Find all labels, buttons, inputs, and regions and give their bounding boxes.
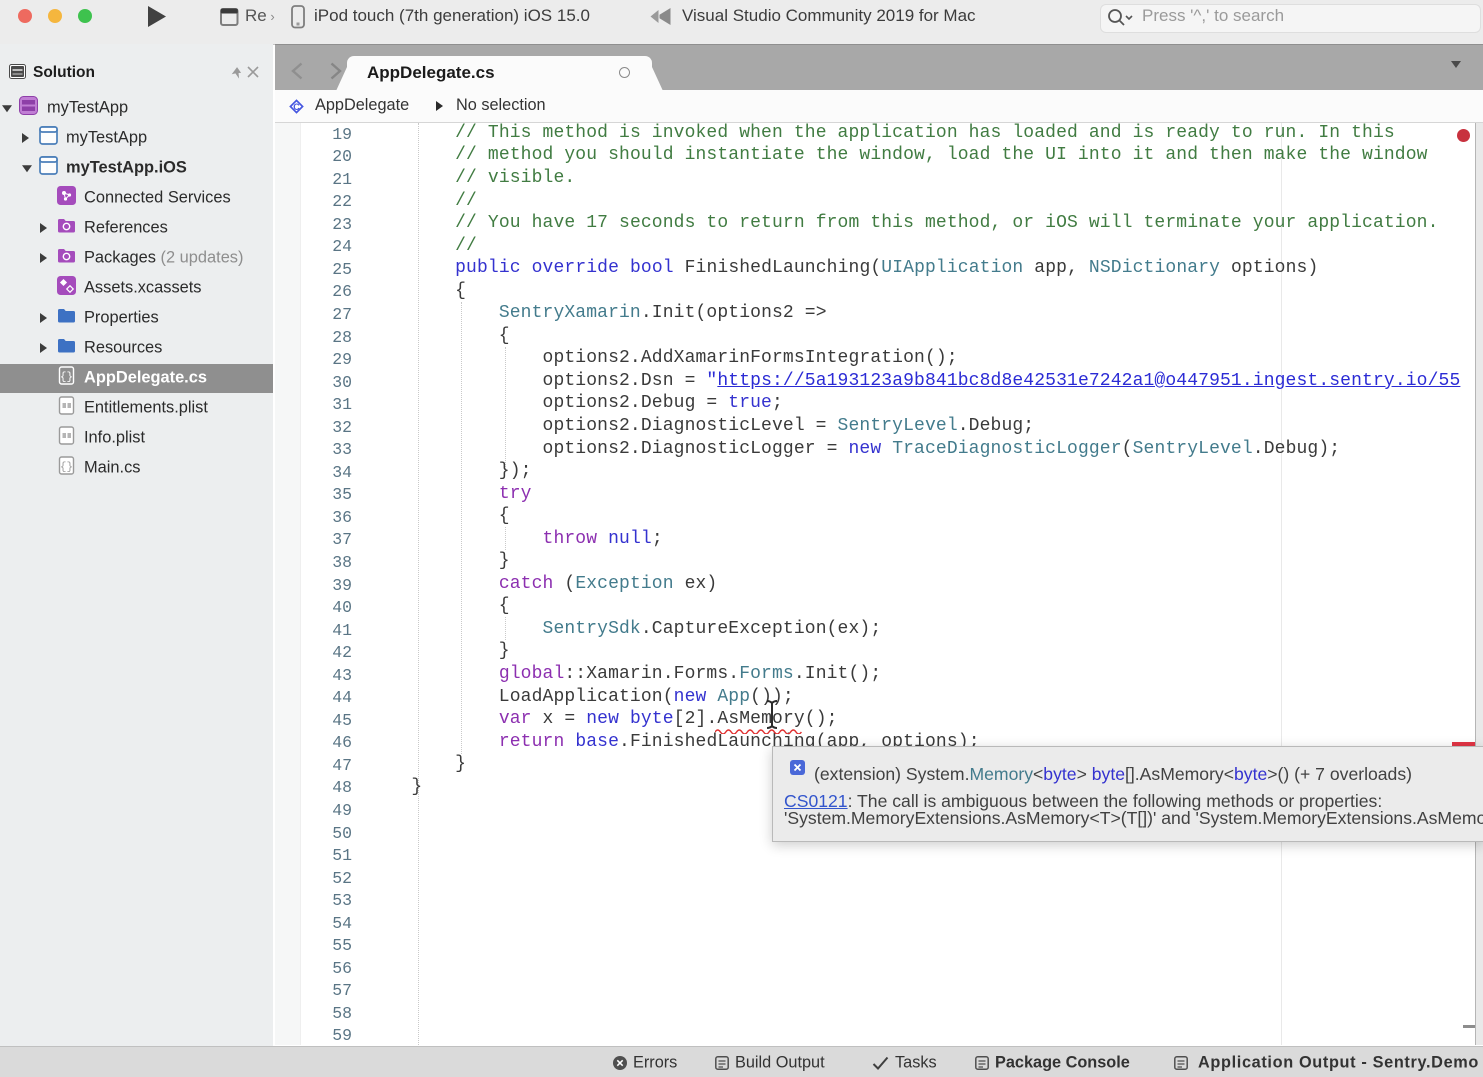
svg-text:{}: {} [60, 462, 73, 474]
svg-text:{}: {} [60, 372, 73, 384]
svg-text:C: C [293, 102, 300, 112]
